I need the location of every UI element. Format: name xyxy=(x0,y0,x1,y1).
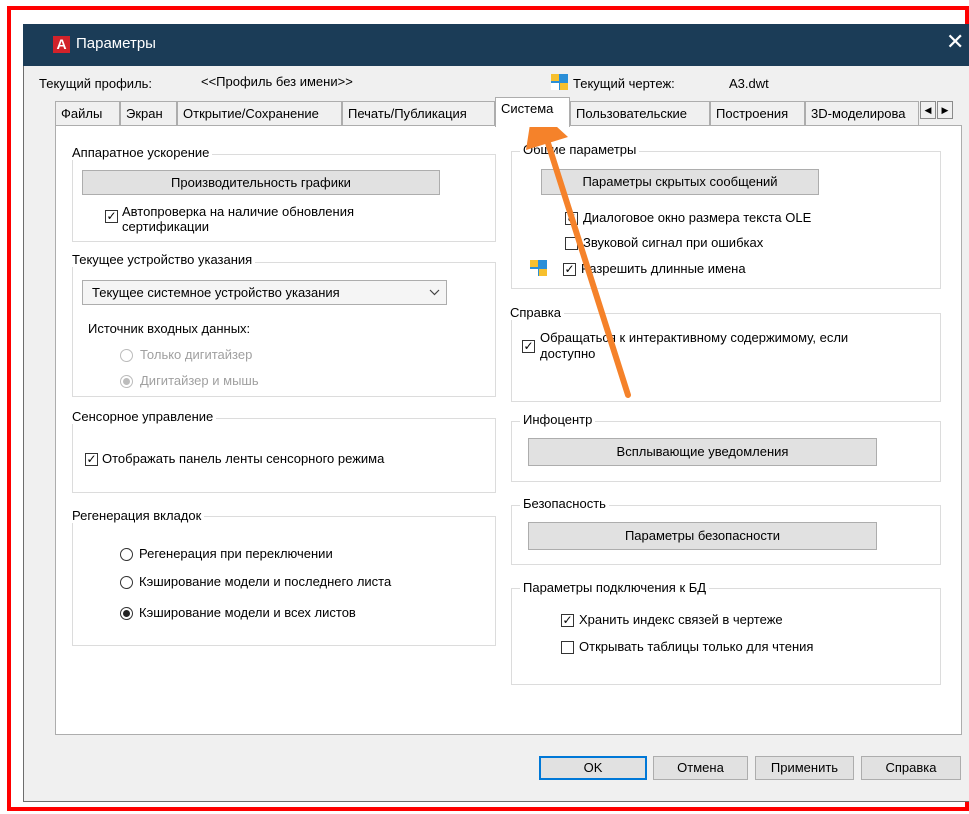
digitizer-and-mouse-label: Дигитайзер и мышь xyxy=(140,373,259,388)
touch-ribbon-label: Отображать панель ленты сенсорного режим… xyxy=(102,451,385,466)
general-options-title: Общие параметры xyxy=(520,142,640,157)
digitizer-only-radio[interactable] xyxy=(120,349,133,362)
tab-drafting[interactable]: Построения xyxy=(710,101,805,125)
chevron-down-icon xyxy=(429,289,440,296)
infocenter-title: Инфоцентр xyxy=(520,412,596,427)
pointing-device-select[interactable]: Текущее системное устройство указания xyxy=(82,280,447,305)
close-icon[interactable]: ✕ xyxy=(946,30,964,54)
online-help-label-2: доступно xyxy=(540,346,596,361)
readonly-tables-checkbox[interactable] xyxy=(561,641,574,654)
current-profile-label: Текущий профиль: xyxy=(39,76,153,91)
cancel-button[interactable]: Отмена xyxy=(653,756,748,780)
hardware-acceleration-title: Аппаратное ускорение xyxy=(69,145,213,160)
tab-3d-modeling[interactable]: 3D-моделирова xyxy=(805,101,919,125)
tab-system[interactable]: Система xyxy=(495,97,570,127)
online-help-label-1: Обращаться к интерактивному содержимому,… xyxy=(540,330,849,345)
tab-display[interactable]: Экран xyxy=(120,101,177,125)
current-profile-value: <<Профиль без имени>> xyxy=(201,74,353,89)
tab-user-preferences[interactable]: Пользовательские xyxy=(570,101,710,125)
balloon-notifications-button[interactable]: Всплывающие уведомления xyxy=(528,438,877,466)
digitizer-and-mouse-radio[interactable] xyxy=(120,375,133,388)
ok-button[interactable]: OK xyxy=(539,756,647,780)
regen-on-switch-label: Регенерация при переключении xyxy=(139,546,333,561)
help-button[interactable]: Справка xyxy=(861,756,961,780)
beep-on-error-label: Звуковой сигнал при ошибках xyxy=(583,235,764,250)
apply-button[interactable]: Применить xyxy=(755,756,854,780)
autocheck-certification-label-1: Автопроверка на наличие обновления xyxy=(122,204,355,219)
graphics-performance-button[interactable]: Производительность графики xyxy=(82,170,440,195)
layout-regen-title: Регенерация вкладок xyxy=(69,508,205,523)
ole-text-size-label: Диалоговое окно размера текста OLE xyxy=(583,210,812,225)
db-connectivity-group xyxy=(511,588,941,685)
readonly-tables-label: Открывать таблицы только для чтения xyxy=(579,639,814,654)
touch-title: Сенсорное управление xyxy=(69,409,217,424)
regen-on-switch-radio[interactable] xyxy=(120,548,133,561)
drawing-file-icon xyxy=(530,260,547,276)
long-names-checkbox[interactable]: ✓ xyxy=(563,263,576,276)
cache-model-all-layouts-radio[interactable] xyxy=(120,607,133,620)
tab-scroll-left-icon[interactable]: ◀ xyxy=(920,101,936,119)
digitizer-only-label: Только дигитайзер xyxy=(140,347,253,362)
pointing-device-select-value: Текущее системное устройство указания xyxy=(92,285,340,300)
help-title: Справка xyxy=(507,305,564,320)
online-help-checkbox[interactable]: ✓ xyxy=(522,340,535,353)
title-bar xyxy=(23,24,969,66)
cache-model-last-layout-label: Кэширование модели и последнего листа xyxy=(139,574,392,589)
tab-open-save[interactable]: Открытие/Сохранение xyxy=(177,101,342,125)
cache-model-all-layouts-label: Кэширование модели и всех листов xyxy=(139,605,356,620)
tab-scroll-right-icon[interactable]: ▶ xyxy=(937,101,953,119)
ole-text-size-checkbox[interactable]: ✓ xyxy=(565,212,578,225)
window-title: Параметры xyxy=(76,35,156,52)
autocad-app-icon: A xyxy=(53,36,70,53)
current-drawing-label: Текущий чертеж: xyxy=(573,76,675,91)
store-links-index-checkbox[interactable]: ✓ xyxy=(561,614,574,627)
tab-plot-publish[interactable]: Печать/Публикация xyxy=(342,101,495,125)
store-links-index-label: Хранить индекс связей в чертеже xyxy=(579,612,783,627)
touch-ribbon-checkbox[interactable]: ✓ xyxy=(85,453,98,466)
security-options-button[interactable]: Параметры безопасности xyxy=(528,522,877,550)
drawing-file-icon xyxy=(551,74,568,90)
security-title: Безопасность xyxy=(520,496,609,511)
hidden-messages-button[interactable]: Параметры скрытых сообщений xyxy=(541,169,819,195)
input-source-label: Источник входных данных: xyxy=(88,321,251,336)
autocheck-certification-label-2: сертификации xyxy=(122,219,210,234)
autocheck-certification-checkbox[interactable]: ✓ xyxy=(105,210,118,223)
tab-files[interactable]: Файлы xyxy=(55,101,120,125)
long-names-label: Разрешить длинные имена xyxy=(581,261,746,276)
pointing-device-title: Текущее устройство указания xyxy=(69,252,256,267)
db-connectivity-title: Параметры подключения к БД xyxy=(520,580,710,595)
cache-model-last-layout-radio[interactable] xyxy=(120,576,133,589)
current-drawing-value: A3.dwt xyxy=(729,76,769,91)
beep-on-error-checkbox[interactable] xyxy=(565,237,578,250)
